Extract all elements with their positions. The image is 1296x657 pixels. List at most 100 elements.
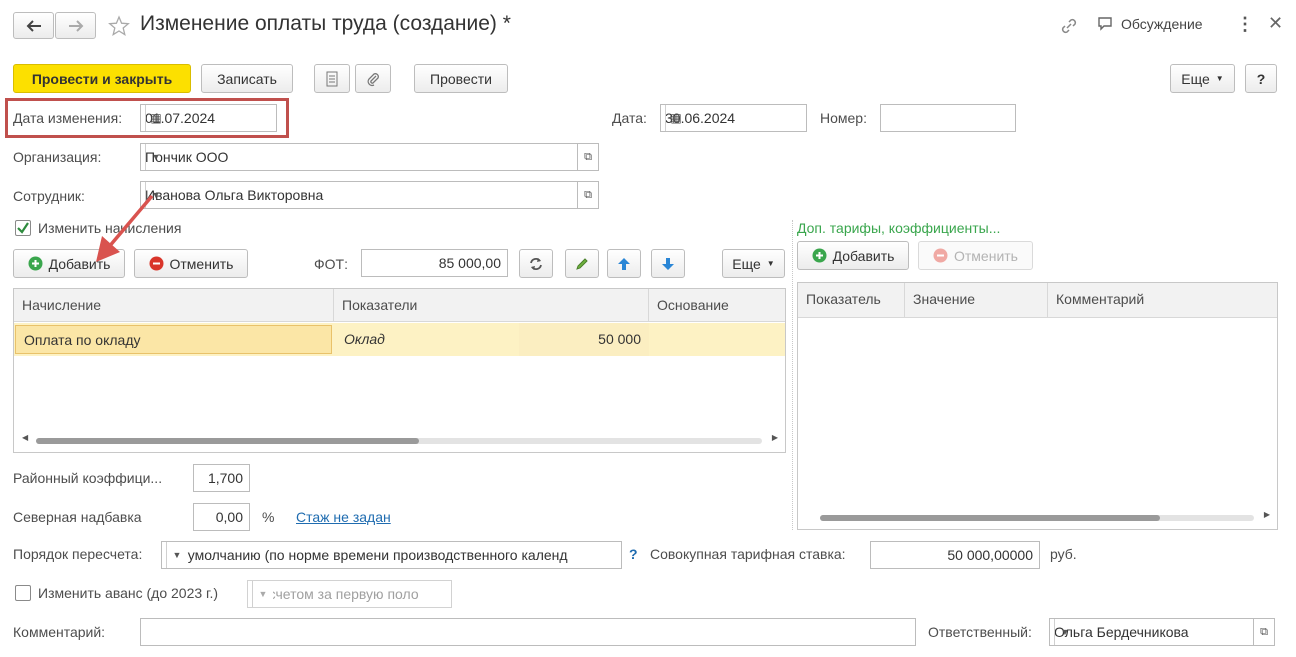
indicator-cell[interactable]: Оклад: [344, 331, 385, 347]
column-header[interactable]: Показатели: [334, 289, 649, 322]
indicator-value: 50 000: [598, 331, 641, 347]
close-icon[interactable]: ✕: [1268, 13, 1283, 34]
arrow-right-icon: [68, 19, 83, 32]
horizontal-scrollbar[interactable]: ◀ ▶: [22, 433, 778, 446]
panel-divider: [792, 220, 793, 530]
open-organization-icon[interactable]: ⧉: [578, 143, 599, 171]
chat-icon: [1098, 17, 1112, 31]
post-and-close-label: Провести и закрыть: [31, 70, 173, 87]
add-extra-button[interactable]: Добавить: [797, 241, 909, 270]
help-button[interactable]: ?: [1245, 64, 1277, 93]
change-accruals-checkbox[interactable]: [15, 220, 31, 236]
extra-rates-title[interactable]: Доп. тарифы, коэффициенты...: [797, 220, 1000, 236]
column-header[interactable]: Комментарий: [1048, 283, 1277, 318]
district-coef-field[interactable]: 1,700: [193, 464, 250, 492]
change-advance-label: Изменить аванс (до 2023 г.): [38, 585, 219, 601]
save-button[interactable]: Записать: [201, 64, 293, 93]
help-icon[interactable]: ?: [629, 546, 638, 562]
star-icon[interactable]: [108, 15, 130, 37]
value-cell[interactable]: 50 000: [519, 323, 649, 356]
cancel-extra-label: Отменить: [954, 247, 1018, 264]
scroll-right-icon[interactable]: ▶: [1264, 510, 1270, 519]
accruals-more-button[interactable]: Еще ▼: [722, 249, 785, 278]
employee-value: Иванова Ольга Викторовна: [145, 187, 324, 203]
recalc-value: По умолчанию (по норме времени производс…: [166, 547, 568, 563]
horizontal-scrollbar[interactable]: ▶: [806, 510, 1270, 523]
comment-label: Комментарий:: [13, 624, 106, 640]
more-label: Еще: [1181, 70, 1210, 87]
total-rate-field[interactable]: 50 000,00000: [870, 541, 1040, 569]
chevron-down-icon[interactable]: ▼: [145, 144, 166, 170]
cancel-extra-button[interactable]: Отменить: [918, 241, 1033, 270]
chevron-down-icon[interactable]: ▼: [252, 581, 273, 607]
accruals-more-label: Еще: [732, 255, 761, 272]
forward-button[interactable]: [55, 12, 96, 39]
scrollbar-thumb[interactable]: [36, 438, 419, 444]
edit-button[interactable]: [565, 249, 599, 278]
change-date-field[interactable]: 01.07.2024 ▦: [140, 104, 277, 132]
calendar-icon[interactable]: ▦: [145, 105, 166, 131]
more-vertical-icon[interactable]: ⋮: [1236, 14, 1254, 35]
post-label: Провести: [430, 70, 492, 87]
accrual-value: Оплата по окладу: [24, 332, 141, 348]
attach-button[interactable]: [355, 64, 391, 93]
comment-field[interactable]: [140, 618, 916, 646]
scroll-left-icon[interactable]: ◀: [22, 433, 28, 442]
advance-method-select[interactable]: Расчетом за первую поло ▼: [247, 580, 452, 608]
table-row[interactable]: Оплата по окладу Оклад 50 000: [14, 323, 785, 356]
scrollbar-thumb[interactable]: [820, 515, 1160, 521]
checkmark-icon: [17, 222, 29, 234]
employee-field[interactable]: Иванова Ольга Викторовна ▼: [140, 181, 578, 209]
move-up-button[interactable]: [607, 249, 641, 278]
stazh-link[interactable]: Стаж не задан: [296, 509, 391, 525]
district-coef-label: Районный коэффици...: [13, 470, 163, 486]
extra-rates-table: Показатель Значение Комментарий ▶: [797, 282, 1278, 530]
advance-method-value: Расчетом за первую поло: [252, 586, 419, 602]
cancel-accrual-label: Отменить: [169, 255, 234, 272]
move-down-button[interactable]: [651, 249, 685, 278]
chevron-down-icon[interactable]: ▼: [1054, 619, 1075, 645]
plus-circle-icon: [28, 256, 43, 271]
column-header[interactable]: Основание: [649, 289, 785, 322]
accrual-cell[interactable]: Оплата по окладу: [15, 325, 332, 354]
plus-circle-icon: [812, 248, 827, 263]
north-bonus-label: Северная надбавка: [13, 509, 142, 525]
currency-label: руб.: [1050, 546, 1077, 562]
open-employee-icon[interactable]: ⧉: [578, 181, 599, 209]
arrow-up-icon: [618, 257, 630, 270]
column-header[interactable]: Начисление: [14, 289, 334, 322]
post-and-close-button[interactable]: Провести и закрыть: [13, 64, 191, 93]
refresh-button[interactable]: [519, 249, 553, 278]
calendar-icon[interactable]: ▦: [665, 105, 686, 131]
arrow-down-icon: [662, 257, 674, 270]
column-header[interactable]: Значение: [905, 283, 1048, 318]
fot-field[interactable]: 85 000,00: [361, 249, 508, 277]
report-button[interactable]: [314, 64, 350, 93]
save-label: Записать: [217, 70, 277, 87]
column-header[interactable]: Показатель: [798, 283, 905, 318]
fot-label: ФОТ:: [314, 256, 348, 272]
add-extra-label: Добавить: [832, 247, 895, 264]
refresh-icon: [530, 257, 542, 270]
back-button[interactable]: [13, 12, 54, 39]
discussion-button[interactable]: Обсуждение: [1097, 16, 1203, 32]
scroll-right-icon[interactable]: ▶: [772, 433, 778, 442]
recalc-select[interactable]: По умолчанию (по норме времени производс…: [161, 541, 622, 569]
organization-field[interactable]: Пончик ООО ▼: [140, 143, 578, 171]
date-field[interactable]: 30.06.2024 ▦: [660, 104, 807, 132]
chevron-down-icon: ▼: [766, 259, 775, 268]
change-advance-checkbox[interactable]: [15, 585, 31, 601]
number-label: Номер:: [820, 110, 867, 126]
link-icon[interactable]: [1060, 17, 1078, 35]
extra-table-header: Показатель Значение Комментарий: [798, 283, 1277, 318]
minus-circle-icon: [933, 248, 948, 263]
chevron-down-icon[interactable]: ▼: [166, 542, 187, 568]
responsible-field[interactable]: Ольга Бердечникова ▼: [1049, 618, 1254, 646]
page-title: Изменение оплаты труда (создание) *: [140, 12, 511, 35]
more-button[interactable]: Еще ▼: [1170, 64, 1235, 93]
number-field[interactable]: [880, 104, 1016, 132]
post-button[interactable]: Провести: [414, 64, 508, 93]
open-responsible-icon[interactable]: ⧉: [1254, 618, 1275, 646]
annotation-arrow: [96, 194, 154, 262]
north-bonus-field[interactable]: 0,00: [193, 503, 250, 531]
